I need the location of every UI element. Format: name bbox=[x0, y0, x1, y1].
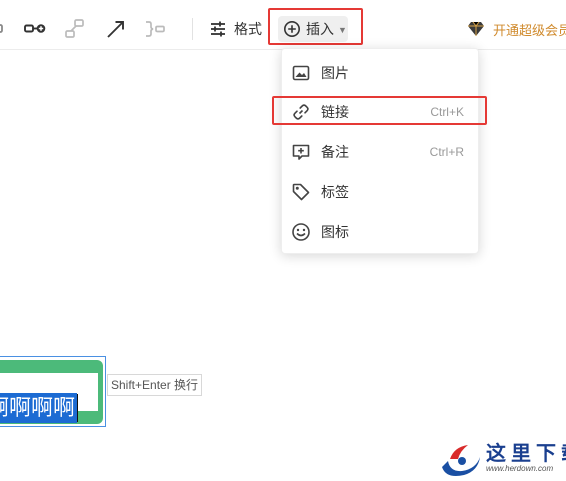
arrow-line-icon[interactable] bbox=[104, 17, 128, 41]
connector-icon[interactable] bbox=[0, 17, 14, 41]
caret-down-icon: ▼ bbox=[338, 25, 347, 35]
node-text-selection: 啊啊啊啊 bbox=[0, 393, 77, 423]
watermark-logo-icon bbox=[442, 445, 480, 476]
group-icon[interactable] bbox=[63, 17, 87, 41]
menu-item-shortcut: Ctrl+R bbox=[429, 145, 464, 159]
format-button[interactable]: 格式 bbox=[208, 16, 262, 42]
format-label: 格式 bbox=[234, 21, 262, 37]
mindmap-node[interactable]: 啊啊啊啊 bbox=[0, 356, 106, 427]
menu-item-label: 图片 bbox=[321, 65, 349, 81]
insert-menu: 图片 链接 Ctrl+K 备注 Ctrl+R 标签 图标 bbox=[281, 48, 479, 254]
watermark-title: 这里下载 bbox=[486, 441, 566, 465]
menu-item-image[interactable]: 图片 bbox=[282, 55, 478, 91]
watermark-url: www.herdown.com bbox=[486, 464, 554, 473]
menu-item-emoji[interactable]: 图标 bbox=[282, 214, 478, 250]
menu-item-shortcut: Ctrl+K bbox=[430, 105, 464, 119]
bracket-icon[interactable] bbox=[143, 17, 167, 41]
tag-icon bbox=[292, 183, 310, 201]
insert-label: 插入 bbox=[306, 21, 334, 37]
newline-hint: Shift+Enter 换行 bbox=[107, 374, 203, 396]
menu-item-label: 链接 bbox=[321, 104, 349, 120]
text-cursor bbox=[77, 394, 78, 422]
menu-item-label: 图标 bbox=[321, 224, 349, 240]
emoji-icon bbox=[292, 223, 310, 241]
menu-item-tag[interactable]: 标签 bbox=[282, 174, 478, 210]
vip-upgrade-button[interactable]: 开通超级会员 bbox=[466, 16, 566, 42]
link-node-icon[interactable] bbox=[23, 17, 47, 41]
toolbar-divider bbox=[192, 18, 193, 40]
diamond-icon bbox=[468, 21, 484, 36]
menu-item-note[interactable]: 备注 Ctrl+R bbox=[282, 134, 478, 170]
plus-circle-icon bbox=[284, 21, 300, 37]
sliders-icon bbox=[211, 21, 225, 37]
link-icon bbox=[293, 104, 309, 120]
node-text-editor[interactable]: 啊啊啊啊 bbox=[0, 373, 98, 423]
insert-button[interactable]: 插入 ▼ bbox=[278, 16, 348, 42]
image-icon bbox=[292, 65, 310, 81]
menu-item-label: 备注 bbox=[321, 144, 349, 160]
toolbar: 格式 插入 ▼ 开通超级会员 bbox=[0, 0, 566, 50]
menu-item-link[interactable]: 链接 Ctrl+K bbox=[282, 94, 478, 130]
menu-item-label: 标签 bbox=[321, 184, 349, 200]
note-icon bbox=[292, 144, 310, 160]
vip-label: 开通超级会员 bbox=[493, 22, 566, 38]
watermark: 这里下载 www.herdown.com bbox=[438, 435, 566, 481]
